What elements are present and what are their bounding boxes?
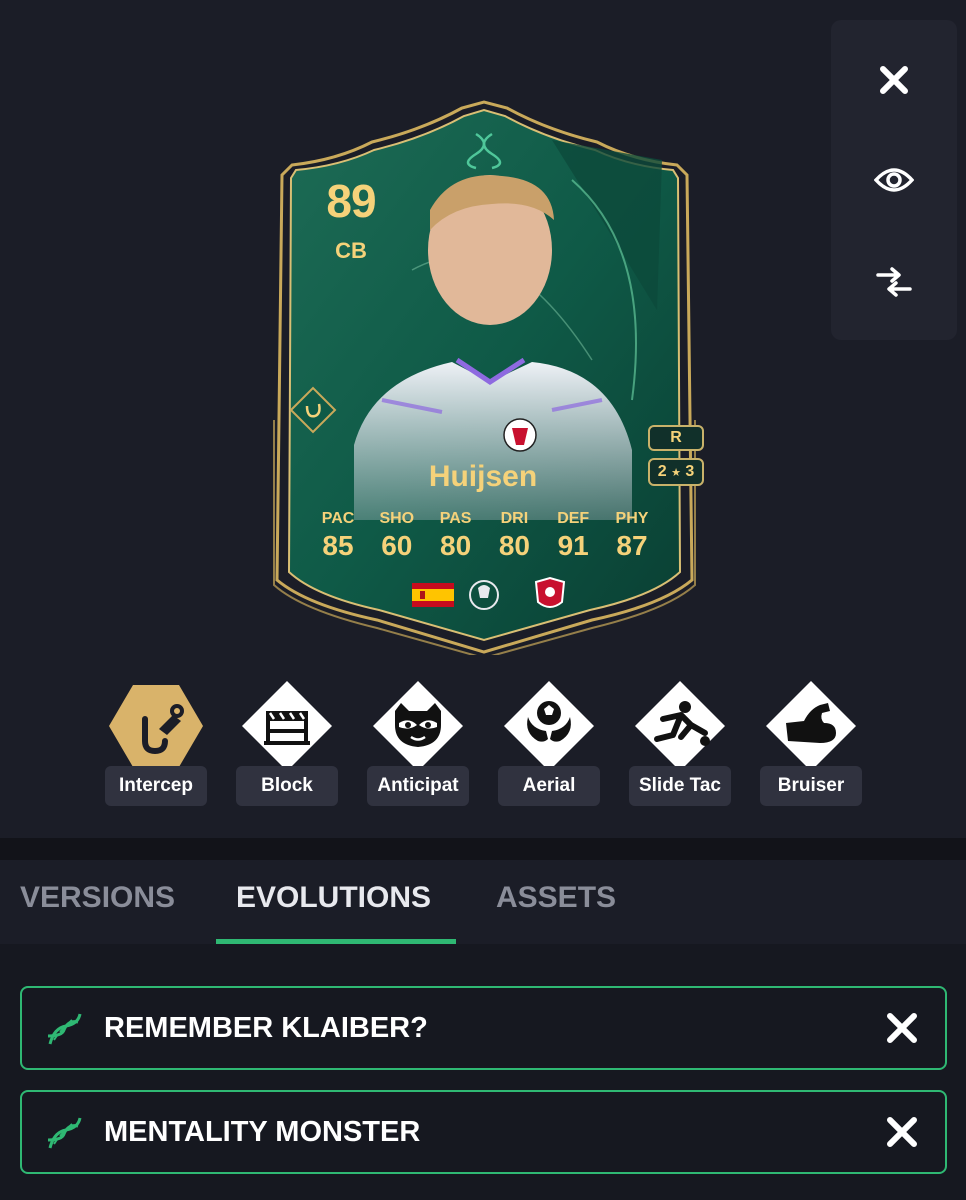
star-icon: ★ <box>671 467 681 479</box>
skill-weakfoot-badge: 2 ★ 3 <box>648 458 704 486</box>
eye-icon <box>874 168 914 192</box>
evolution-item[interactable]: MENTALITY MONSTER <box>20 1090 947 1174</box>
playstyles-row: Intercep Block Anticipat Aerial Slide Ta… <box>105 681 865 810</box>
stat-label: PHY <box>615 510 649 527</box>
preview-button[interactable] <box>864 150 924 210</box>
playstyle-label: Slide Tac <box>629 766 731 806</box>
stat-def: DEF 91 <box>545 510 601 562</box>
tab-evolutions[interactable]: EVOLUTIONS <box>236 860 431 945</box>
stat-value: 60 <box>381 530 413 561</box>
stat-label: PAS <box>439 510 472 527</box>
playstyle-label: Anticipat <box>367 766 469 806</box>
stat-label: PAC <box>321 510 355 527</box>
skill-moves-value: 2 <box>657 463 667 480</box>
active-tab-indicator <box>216 939 456 944</box>
section-divider <box>0 838 966 860</box>
dna-icon <box>47 1013 82 1045</box>
stat-value: 87 <box>616 530 648 561</box>
stat-pas: PAS 80 <box>428 510 484 562</box>
dna-icon <box>47 1117 82 1149</box>
stat-label: DEF <box>557 510 590 527</box>
playstyle-diamond <box>633 681 727 771</box>
playstyle-interception[interactable]: Intercep <box>105 685 207 807</box>
compare-button[interactable] <box>864 252 924 312</box>
stat-sho: SHO 60 <box>369 510 425 562</box>
tab-bar: VERSIONS EVOLUTIONS ASSETS <box>0 860 966 945</box>
bournemouth-crest-icon <box>534 576 566 608</box>
playstyle-label: Aerial <box>498 766 600 806</box>
stat-pac: PAC 85 <box>310 510 366 562</box>
compare-arrows-icon <box>876 267 912 297</box>
stat-value: 80 <box>440 530 472 561</box>
player-name: Huijsen <box>428 460 538 493</box>
stat-phy: PHY 87 <box>604 510 660 562</box>
playstyle-anticipate[interactable]: Anticipat <box>367 681 469 807</box>
weak-foot-value: 3 <box>685 463 695 480</box>
slide-tackle-icon <box>635 681 725 771</box>
playstyle-diamond <box>371 681 465 771</box>
stat-dri: DRI 80 <box>486 510 542 562</box>
muscle-arm-icon <box>766 681 856 771</box>
preferred-foot-badge: R <box>648 425 704 451</box>
close-icon[interactable] <box>885 1011 919 1045</box>
playstyle-diamond <box>240 681 334 771</box>
spain-flag-icon <box>412 583 454 607</box>
tab-versions[interactable]: VERSIONS <box>20 860 175 945</box>
stat-value: 85 <box>322 530 354 561</box>
overall-rating: 89 <box>326 175 376 227</box>
card-toolbar <box>831 20 957 340</box>
interception-icon <box>109 685 203 767</box>
player-card[interactable]: 89 CB Huijsen R 2 ★ 3 PAC 85 SHO 60 PAS … <box>262 100 707 655</box>
block-icon <box>242 681 332 771</box>
close-icon <box>880 66 908 94</box>
tab-assets[interactable]: ASSETS <box>496 860 616 945</box>
evolution-item[interactable]: REMEMBER KLAIBER? <box>20 986 947 1070</box>
close-icon[interactable] <box>885 1115 919 1149</box>
playstyle-label: Bruiser <box>760 766 862 806</box>
playstyle-plus-badge <box>109 685 203 767</box>
playstyle-diamond <box>502 681 596 771</box>
playstyle-aerial[interactable]: Aerial <box>498 681 600 807</box>
stat-value: 80 <box>498 530 530 561</box>
close-button[interactable] <box>864 50 924 110</box>
evolution-name: REMEMBER KLAIBER? <box>104 1012 428 1044</box>
playstyle-bruiser[interactable]: Bruiser <box>760 681 862 807</box>
playstyle-diamond <box>764 681 858 771</box>
ball-wings-icon <box>504 681 594 771</box>
stat-value: 91 <box>557 530 589 561</box>
playstyle-slide-tackle[interactable]: Slide Tac <box>629 681 731 807</box>
card-stats: PAC 85 SHO 60 PAS 80 DRI 80 DEF 91 PHY 8… <box>310 510 660 562</box>
raccoon-icon <box>373 681 463 771</box>
evolution-name: MENTALITY MONSTER <box>104 1116 421 1148</box>
position-label: CB <box>335 238 367 263</box>
stat-label: DRI <box>500 510 529 527</box>
playstyle-block[interactable]: Block <box>236 681 338 807</box>
playstyle-label: Intercep <box>105 766 207 806</box>
playstyle-label: Block <box>236 766 338 806</box>
stat-label: SHO <box>379 510 415 527</box>
